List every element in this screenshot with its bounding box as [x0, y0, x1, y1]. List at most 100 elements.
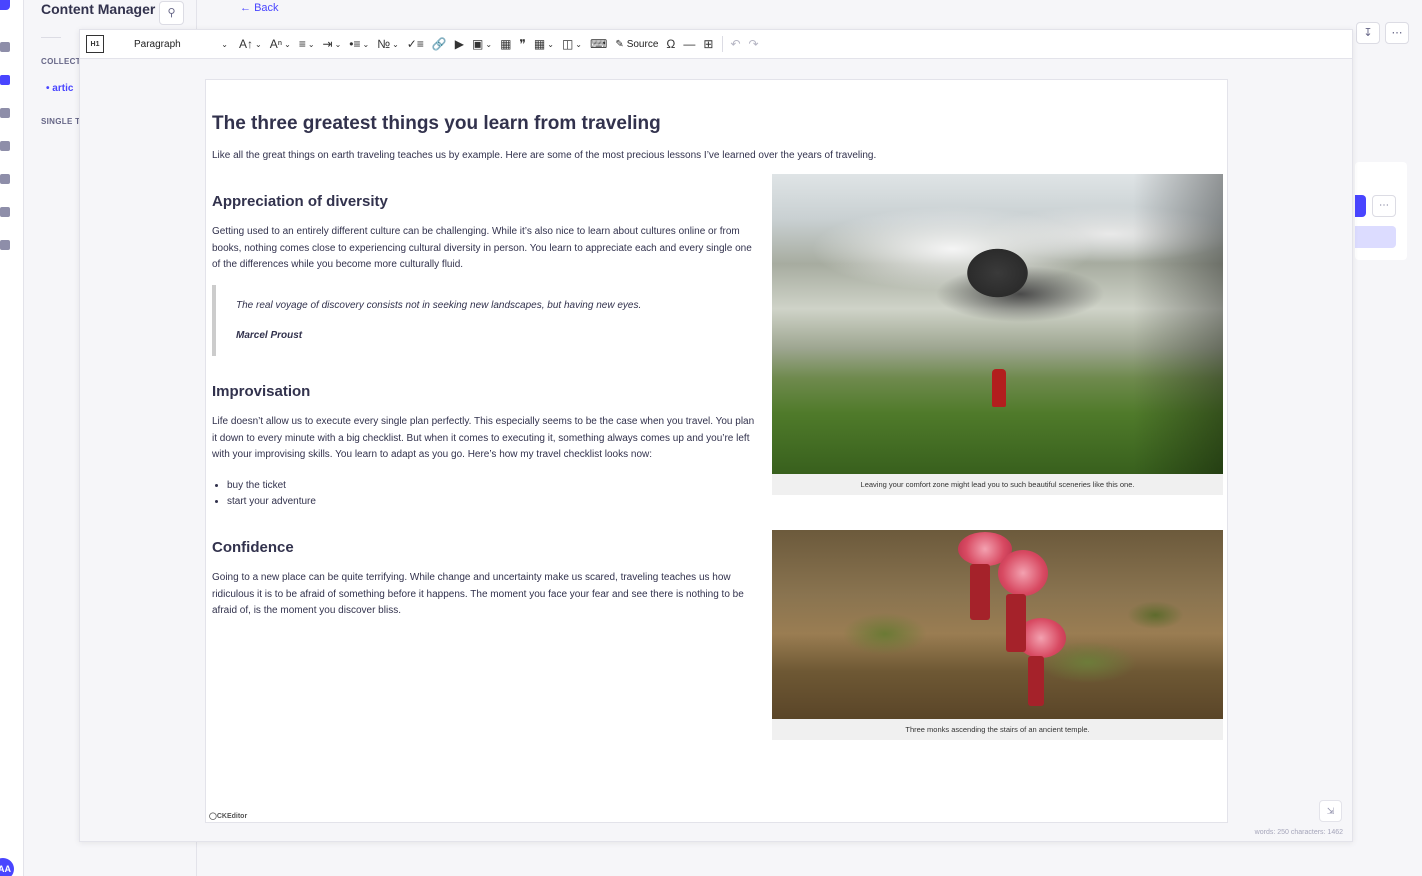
special-characters-button[interactable]: Ω: [663, 33, 678, 55]
media-library-icon[interactable]: [0, 108, 10, 118]
marketplace-icon[interactable]: [0, 207, 10, 217]
font-size-icon: A↑: [239, 37, 254, 51]
blockquote: The real voyage of discovery consists no…: [212, 285, 760, 356]
intro-paragraph: Like all the great things on earth trave…: [212, 150, 877, 161]
chevron-down-icon: ⌄: [334, 39, 342, 49]
editor-content-area[interactable]: The three greatest things you learn from…: [205, 79, 1228, 823]
indent-button[interactable]: ⇥ ⌄: [320, 33, 345, 55]
arrow-left-icon: ←: [240, 2, 251, 14]
page-break-icon: ⊞: [703, 37, 714, 51]
word-count: words: 250 characters: 1462: [1254, 829, 1343, 836]
code-block-icon: ⌨: [589, 37, 608, 51]
download-button[interactable]: ↧: [1356, 22, 1380, 44]
chevron-down-icon: ⌄: [485, 39, 493, 49]
content-type-builder-icon[interactable]: [0, 141, 10, 151]
source-label: Source: [626, 38, 659, 50]
exit-fullscreen-button[interactable]: ⇲: [1319, 800, 1342, 822]
image-figure[interactable]: Three monks ascending the stairs of an a…: [772, 530, 1223, 740]
chevron-down-icon: ⌄: [221, 39, 228, 49]
chevron-down-icon: ⌄: [392, 39, 399, 49]
more-button[interactable]: ⋯: [1385, 22, 1409, 44]
main-nav: AA: [0, 0, 24, 876]
html-embed-icon: ◫: [561, 37, 574, 51]
table-icon: ▦: [533, 37, 546, 51]
link-button[interactable]: 🔗: [429, 33, 450, 55]
insert-image-button[interactable]: ▣ ⌄: [469, 33, 495, 55]
editor-toolbar: H1 Paragraph ⌄ A↑ ⌄ Aⁿ ⌄ ≡ ⌄ ⇥ ⌄ •≡ ⌄ № ⌄ ✓≡ 🔗 …: [80, 30, 1352, 59]
list-item: buy the ticket: [227, 478, 316, 494]
indent-icon: ⇥: [322, 37, 333, 51]
sidebar-title: Content Manager: [41, 1, 156, 17]
numbered-list-icon: №: [377, 37, 391, 51]
sidebar-item-article[interactable]: • artic: [46, 83, 73, 94]
ckeditor-badge[interactable]: ◯CKEditor: [209, 812, 247, 820]
image-button[interactable]: ▦: [497, 33, 514, 55]
monks-temple-image: [772, 530, 1223, 719]
collection-types-heading: COLLECTI: [41, 57, 84, 66]
source-icon: ✎: [615, 38, 624, 50]
avatar[interactable]: AA: [0, 858, 14, 876]
chevron-down-icon: ⌄: [255, 39, 262, 49]
blockquote-icon: ❞: [519, 37, 526, 51]
font-size-button[interactable]: A↑ ⌄: [236, 33, 265, 55]
chevron-down-icon: ⌄: [362, 39, 370, 49]
paragraph-dropdown[interactable]: Paragraph ⌄: [110, 33, 232, 55]
section-heading: Appreciation of diversity: [212, 193, 388, 210]
source-button[interactable]: ✎ Source: [612, 33, 661, 55]
html-embed-button[interactable]: ◫ ⌄: [559, 33, 585, 55]
code-block-button[interactable]: ⌨: [587, 33, 610, 55]
font-family-button[interactable]: Aⁿ ⌄: [267, 33, 294, 55]
redo-button[interactable]: ↷: [746, 33, 762, 55]
search-button[interactable]: ⚲: [159, 1, 184, 25]
more-options-button[interactable]: ⋯: [1372, 195, 1396, 217]
table-button[interactable]: ▦ ⌄: [531, 33, 557, 55]
section-paragraph: Going to a new place can be quite terrif…: [212, 572, 744, 617]
chevron-down-icon: ⌄: [547, 39, 554, 49]
blockquote-button[interactable]: ❞: [516, 33, 528, 55]
logo[interactable]: [0, 0, 10, 10]
quote-text: The real voyage of discovery consists no…: [236, 300, 642, 311]
quote-author: Marcel Proust: [236, 330, 303, 341]
undo-button[interactable]: ↶: [727, 33, 743, 55]
bulleted-list-button[interactable]: •≡ ⌄: [346, 33, 372, 55]
image-icon: ▦: [500, 37, 512, 51]
ckeditor-logo-icon: ◯: [209, 813, 217, 820]
sidebar-item-label: artic: [52, 83, 74, 94]
section-paragraph: Life doesn’t allow us to execute every s…: [212, 416, 755, 461]
content-manager-icon[interactable]: [0, 75, 10, 85]
checklist: buy the ticket start your adventure: [227, 478, 316, 510]
secondary-button[interactable]: [1355, 226, 1396, 248]
download-icon: ↧: [1363, 27, 1373, 39]
image-figure[interactable]: Leaving your comfort zone might lead you…: [772, 174, 1223, 495]
heading-icon[interactable]: H1: [86, 35, 104, 53]
redo-icon: ↷: [748, 37, 759, 51]
image-caption: Three monks ascending the stairs of an a…: [905, 725, 1090, 734]
page-break-button[interactable]: ⊞: [700, 33, 716, 55]
more-icon: ⋯: [1379, 200, 1389, 211]
numbered-list-button[interactable]: № ⌄: [374, 33, 402, 55]
more-icon: ⋯: [1391, 27, 1403, 39]
home-icon[interactable]: [0, 42, 10, 52]
undo-icon: ↶: [730, 37, 741, 51]
media-embed-button[interactable]: ▶: [452, 33, 467, 55]
media-embed-icon: ▶: [454, 37, 465, 51]
document-title: The three greatest things you learn from…: [212, 113, 661, 134]
monk-figure: [1006, 594, 1026, 652]
horizontal-line-button[interactable]: —: [680, 33, 698, 55]
align-button[interactable]: ≡ ⌄: [296, 33, 318, 55]
back-label: Back: [254, 2, 279, 14]
publish-button[interactable]: [1355, 195, 1366, 217]
settings-icon[interactable]: [0, 240, 10, 250]
umbrella-shape: [998, 550, 1048, 596]
hiker-figure: [992, 369, 1006, 407]
divider: [41, 37, 61, 38]
plugins-icon[interactable]: [0, 174, 10, 184]
side-panel: ⋯: [1355, 162, 1407, 260]
todo-list-button[interactable]: ✓≡: [404, 33, 427, 55]
ckeditor-brand: CKEditor: [216, 813, 248, 820]
monk-figure: [970, 564, 990, 620]
section-heading: Confidence: [212, 539, 294, 556]
back-link[interactable]: ← Back: [240, 2, 279, 14]
chevron-down-icon: ⌄: [284, 39, 291, 49]
horizontal-line-icon: —: [683, 37, 696, 51]
